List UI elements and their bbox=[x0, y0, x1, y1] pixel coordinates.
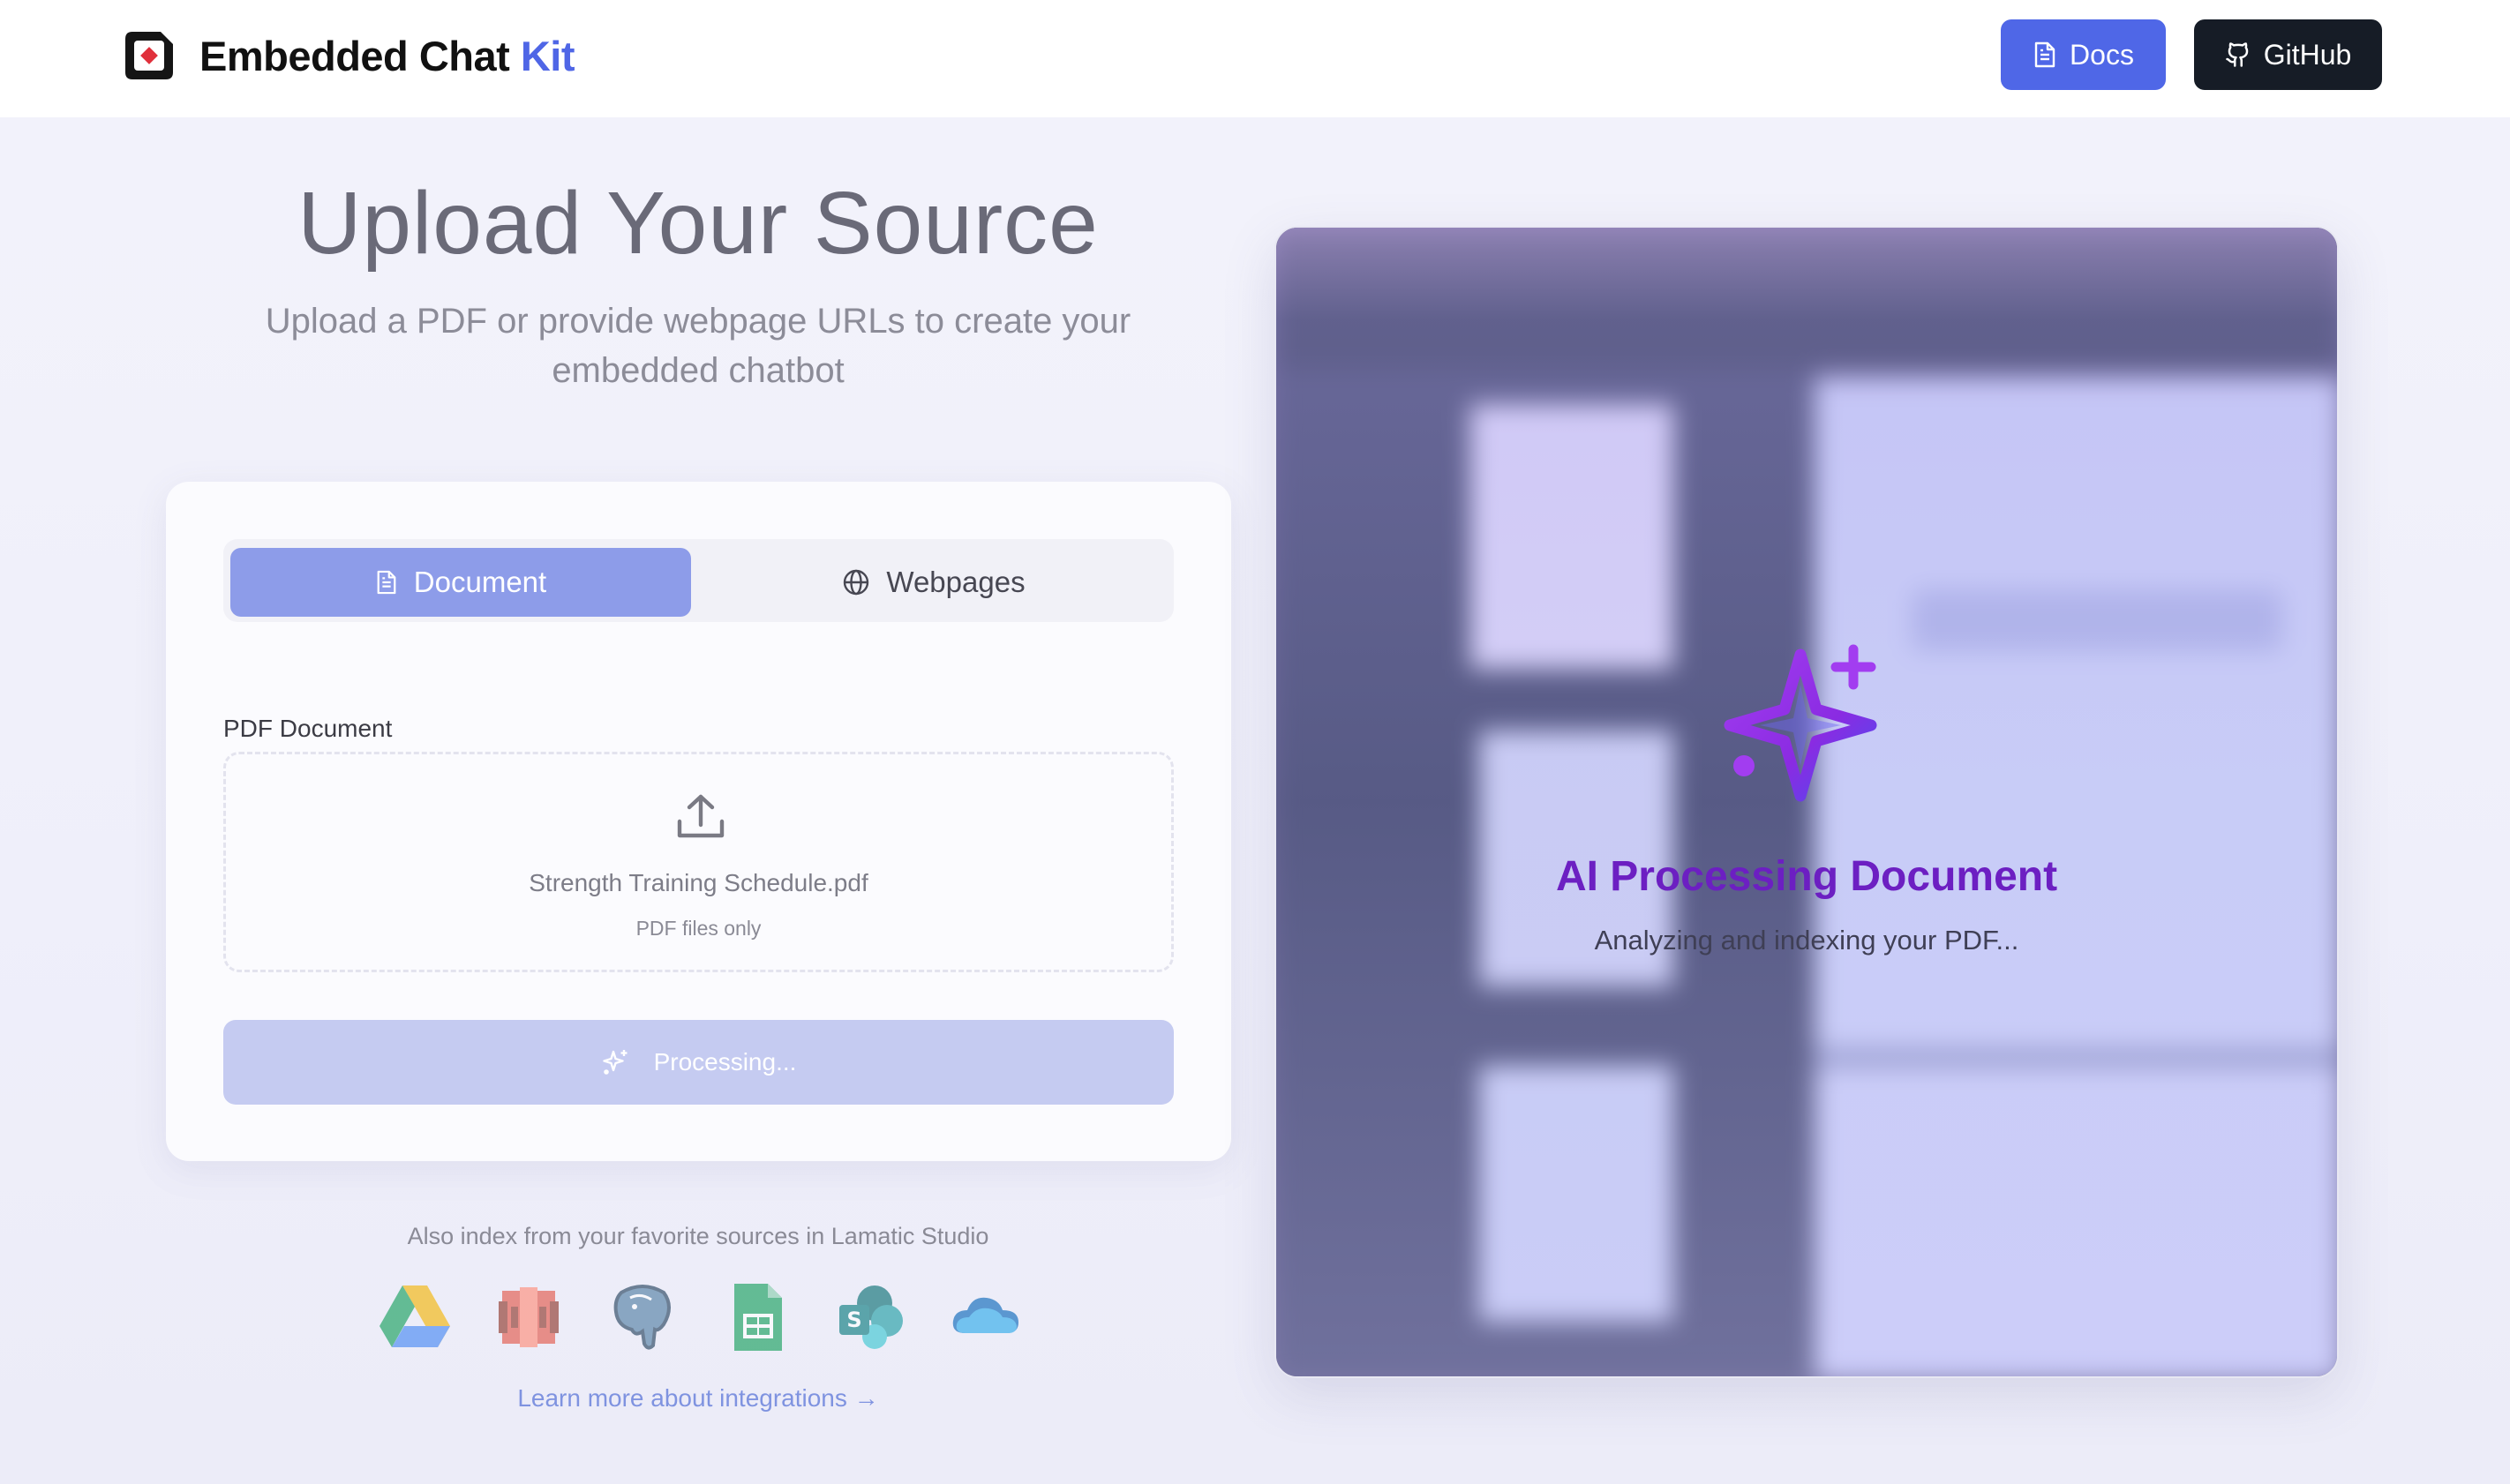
source-tabs: Document Webpages bbox=[223, 539, 1174, 622]
postgresql-icon[interactable] bbox=[605, 1280, 680, 1354]
upload-icon bbox=[677, 794, 725, 838]
brand-name-main: Embedded Chat bbox=[199, 32, 521, 79]
pdf-field-label: PDF Document bbox=[223, 715, 393, 742]
brand-name-accent: Kit bbox=[520, 32, 575, 79]
svg-text:S: S bbox=[846, 1308, 861, 1332]
tab-webpages[interactable]: Webpages bbox=[700, 548, 1168, 617]
github-icon bbox=[2225, 42, 2248, 67]
processing-button[interactable]: Processing... bbox=[223, 1020, 1174, 1105]
sparkles-icon bbox=[602, 1050, 628, 1075]
file-text-icon bbox=[2034, 41, 2055, 68]
brand[interactable]: Embedded Chat Kit bbox=[120, 25, 575, 86]
processing-button-label: Processing... bbox=[653, 1048, 797, 1076]
tab-document-label: Document bbox=[413, 566, 547, 598]
tab-webpages-label: Webpages bbox=[886, 566, 1026, 598]
tab-document[interactable]: Document bbox=[230, 548, 691, 617]
top-navbar: Embedded Chat Kit Docs GitHub bbox=[0, 0, 2510, 117]
pdf-dropzone[interactable]: Strength Training Schedule.pdf PDF files… bbox=[223, 752, 1174, 972]
selected-file-name: Strength Training Schedule.pdf bbox=[529, 869, 868, 896]
brand-name: Embedded Chat Kit bbox=[199, 32, 575, 80]
upload-card: Document Webpages PDF Document Strength … bbox=[166, 482, 1231, 1161]
docs-button[interactable]: Docs bbox=[2001, 19, 2166, 90]
github-button-label: GitHub bbox=[2263, 38, 2352, 71]
page-title: Upload Your Source bbox=[297, 174, 1099, 273]
google-drive-icon[interactable] bbox=[378, 1280, 452, 1354]
onedrive-icon[interactable] bbox=[948, 1280, 1022, 1354]
google-sheets-icon[interactable] bbox=[720, 1280, 794, 1354]
github-button[interactable]: GitHub bbox=[2194, 19, 2382, 90]
file-type-hint: PDF files only bbox=[635, 917, 762, 940]
brand-logo-icon bbox=[125, 32, 173, 79]
sharepoint-icon[interactable]: S bbox=[834, 1280, 908, 1354]
page-subtitle: Upload a PDF or provide webpage URLs to … bbox=[265, 302, 1131, 390]
docs-button-label: Docs bbox=[2070, 38, 2134, 71]
ai-processing-subtitle: Analyzing and indexing your PDF... bbox=[1594, 925, 2019, 956]
processing-preview: AI Processing Document Analyzing and ind… bbox=[1274, 226, 2339, 1378]
learn-more-integrations-link[interactable]: Learn more about integrations → bbox=[0, 1384, 1396, 1413]
integrations-caption: Also index from your favorite sources in… bbox=[407, 1223, 989, 1249]
file-text-icon bbox=[377, 570, 396, 595]
ai-sparkle-icon bbox=[1724, 644, 1877, 802]
integrations-icons: S bbox=[378, 1279, 1022, 1355]
ai-processing-title: AI Processing Document bbox=[1555, 853, 2058, 900]
globe-icon bbox=[844, 569, 869, 596]
aws-s3-icon[interactable] bbox=[492, 1280, 566, 1354]
